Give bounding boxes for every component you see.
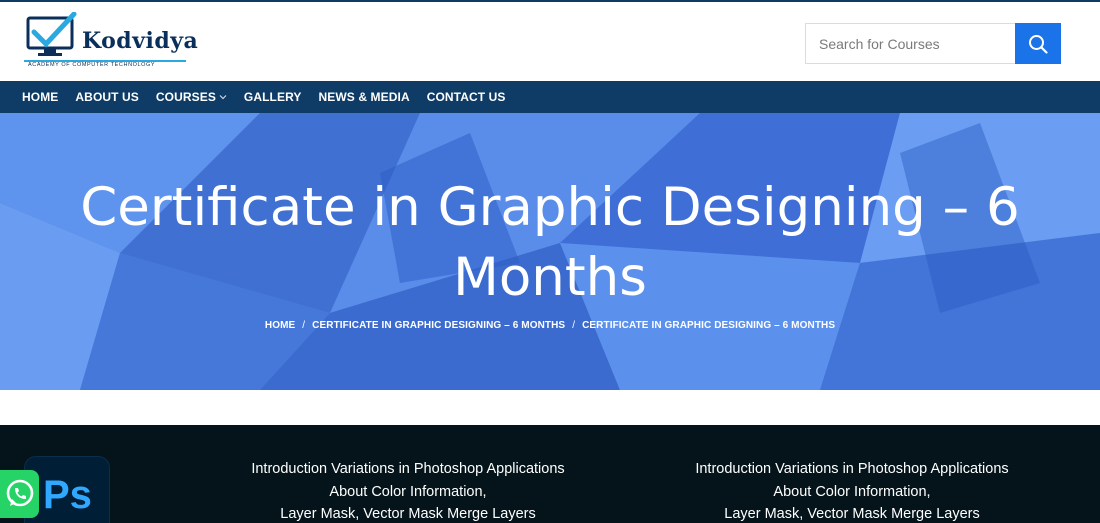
breadcrumb-current: CERTIFICATE IN GRAPHIC DESIGNING – 6 MON… — [582, 320, 836, 331]
content-line: About Color Information, — [329, 483, 487, 500]
nav-item-home[interactable]: HOME — [22, 90, 58, 104]
nav-item-label: CONTACT US — [426, 90, 506, 104]
content-line: Introduction Variations in Photoshop App… — [695, 461, 1009, 477]
brand-tagline: ACADEMY OF COMPUTER TECHNOLOGY — [28, 62, 156, 68]
page-hero: Certificate in Graphic Designing – 6 Mon… — [0, 113, 1100, 390]
main-nav: HOME ABOUT US COURSES GALLERY NEWS & MED… — [0, 81, 1100, 113]
site-logo[interactable]: Kodvidya ACADEMY OF COMPUTER TECHNOLOGY — [24, 12, 198, 72]
nav-item-about-us[interactable]: ABOUT US — [75, 90, 138, 104]
nav-item-news-media[interactable]: NEWS & MEDIA — [319, 90, 410, 104]
page-title: Certificate in Graphic Designing – 6 Mon… — [80, 177, 1020, 308]
course-content-section: Ps Introduction Variations in Photoshop … — [0, 425, 1100, 523]
content-line: Layer Mask, Vector Mask Merge Layers — [724, 506, 980, 522]
search-button[interactable] — [1015, 23, 1061, 64]
whatsapp-icon — [6, 479, 33, 507]
breadcrumb-home[interactable]: HOME — [265, 320, 295, 331]
content-line: Introduction Variations in Photoshop App… — [251, 461, 565, 477]
brand-name: Kodvidya — [82, 28, 199, 54]
content-line: About Color Information, — [773, 483, 931, 500]
monitor-check-icon — [26, 12, 77, 56]
search-icon — [1029, 34, 1048, 54]
site-header: Kodvidya ACADEMY OF COMPUTER TECHNOLOGY — [0, 2, 1100, 81]
nav-item-label: NEWS & MEDIA — [318, 90, 410, 104]
nav-item-label: ABOUT US — [75, 90, 139, 104]
nav-item-gallery[interactable]: GALLERY — [244, 90, 302, 104]
breadcrumb: HOME / CERTIFICATE IN GRAPHIC DESIGNING – … — [0, 320, 1100, 331]
nav-item-label: GALLERY — [243, 90, 302, 104]
chevron-down-icon — [219, 94, 227, 100]
nav-item-label: HOME — [22, 90, 59, 104]
content-column-2: Introduction Variations in Photoshop App… — [662, 458, 1042, 523]
search-input[interactable] — [805, 23, 1016, 64]
section-spacer — [0, 390, 1100, 425]
content-line: Layer Mask, Vector Mask Merge Layers — [280, 506, 536, 522]
nav-item-contact-us[interactable]: CONTACT US — [427, 90, 506, 104]
breadcrumb-separator: / — [572, 320, 576, 331]
search-form — [805, 23, 1061, 64]
breadcrumb-parent[interactable]: CERTIFICATE IN GRAPHIC DESIGNING – 6 MON… — [312, 320, 565, 331]
breadcrumb-separator: / — [302, 320, 306, 331]
nav-item-courses[interactable]: COURSES — [156, 90, 227, 104]
content-column-1: Introduction Variations in Photoshop App… — [218, 458, 598, 523]
app-icon-label: Ps — [43, 473, 92, 517]
nav-item-label: COURSES — [155, 90, 216, 104]
whatsapp-button[interactable] — [0, 470, 39, 518]
